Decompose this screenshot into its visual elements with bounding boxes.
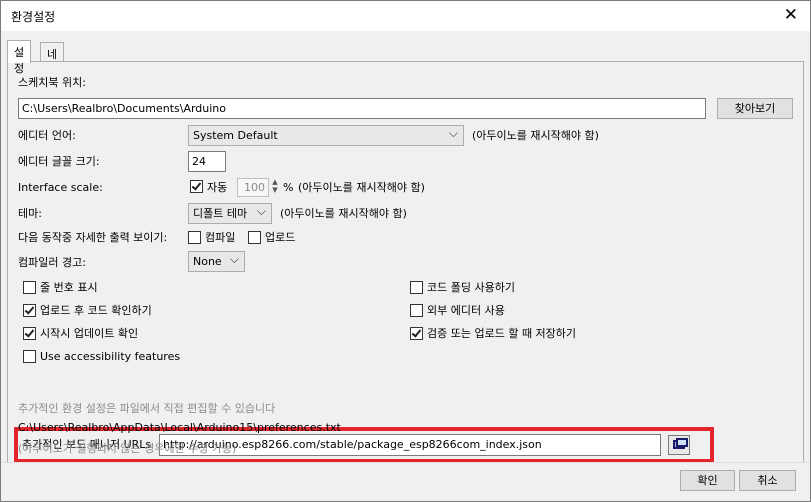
tab-settings[interactable]: 설정 (7, 40, 32, 75)
option-verify-after-upload-label: 업로드 후 코드 확인하기 (40, 304, 152, 317)
preferences-edit-note: (아두이노가 실행되지 않는 경우에만 수정 가능) (18, 442, 237, 455)
check-icon (24, 304, 35, 315)
option-line-numbers-label: 줄 번호 표시 (40, 281, 98, 294)
close-icon[interactable]: ✕ (784, 5, 798, 25)
compiler-warnings-select[interactable]: None ⌵ (188, 251, 245, 272)
theme-note: (아두이노를 재시작해야 함) (280, 207, 407, 220)
title-bar: 환경설정 ✕ (1, 1, 810, 31)
spin-down-icon[interactable]: ▼ (270, 186, 280, 194)
theme-value: 디폴트 테마 (193, 207, 248, 220)
verbose-compile-label: 컴파일 (205, 231, 236, 244)
font-size-label: 에디터 글꼴 크기: (18, 155, 100, 168)
preferences-window: 환경설정 ✕ 설정 네트워크 스케치북 위치: C:\Users\Realbro… (0, 0, 811, 502)
chevron-down-icon: ⌵ (229, 252, 239, 266)
verbose-compile-checkbox[interactable] (188, 231, 201, 244)
compiler-warnings-label: 컴파일러 경고: (18, 256, 86, 269)
option-code-folding-checkbox[interactable] (410, 281, 423, 294)
theme-select[interactable]: 디폴트 테마 ⌵ (188, 203, 272, 224)
verbose-upload-checkbox[interactable] (248, 231, 261, 244)
option-external-editor-label: 외부 에디터 사용 (427, 304, 505, 317)
editor-language-label: 에디터 언어: (18, 129, 76, 142)
option-check-updates-label: 시작시 업데이트 확인 (40, 327, 139, 340)
option-external-editor-checkbox[interactable] (410, 304, 423, 317)
option-code-folding-label: 코드 폴딩 사용하기 (427, 281, 515, 294)
option-save-on-verify-checkbox[interactable] (410, 327, 423, 340)
ok-button[interactable]: 확인 (680, 470, 735, 491)
settings-panel: 스케치북 위치: C:\Users\Realbro\Documents\Ardu… (7, 61, 804, 463)
editor-language-select[interactable]: System Default ⌵ (188, 125, 464, 146)
check-icon (24, 327, 35, 338)
scale-auto-checkbox[interactable] (190, 180, 203, 193)
editor-language-note: (아두이노를 재시작해야 함) (472, 129, 599, 142)
theme-label: 테마: (18, 207, 42, 220)
option-accessibility-checkbox[interactable] (23, 350, 36, 363)
check-icon (191, 180, 202, 191)
cancel-button[interactable]: 취소 (739, 470, 796, 491)
verbose-output-label: 다음 동작중 자세한 출력 보이기: (18, 231, 168, 244)
option-accessibility-label: Use accessibility features (40, 350, 181, 363)
browse-button[interactable]: 찾아보기 (717, 98, 793, 119)
scale-note: (아두이노를 재시작해야 함) (298, 181, 425, 194)
preferences-file-path: C:\Users\Realbro\AppData\Local\Arduino15… (18, 421, 341, 434)
option-line-numbers-checkbox[interactable] (23, 281, 36, 294)
scale-unit: % (283, 181, 294, 194)
verbose-upload-label: 업로드 (265, 231, 296, 244)
font-size-input[interactable]: 24 (188, 151, 226, 172)
sketchbook-path-input[interactable]: C:\Users\Realbro\Documents\Arduino (18, 98, 706, 119)
editor-language-value: System Default (193, 129, 278, 142)
check-icon (411, 327, 422, 338)
chevron-down-icon: ⌵ (256, 204, 266, 218)
chevron-down-icon: ⌵ (448, 126, 458, 140)
scale-auto-label: 자동 (207, 181, 228, 194)
scale-spinner-buttons[interactable]: ▲ ▼ (270, 178, 280, 197)
option-save-on-verify-label: 검증 또는 업로드 할 때 저장하기 (427, 327, 577, 340)
compiler-warnings-value: None (193, 255, 222, 268)
option-check-updates-checkbox[interactable] (23, 327, 36, 340)
tab-network[interactable]: 네트워크 (40, 42, 65, 109)
window-edit-icon[interactable] (668, 435, 690, 455)
more-preferences-note: 추가적인 환경 설정은 파일에서 직접 편집할 수 있습니다 (18, 402, 276, 415)
footer-divider (1, 462, 810, 463)
scale-spinner-input[interactable]: 100 (237, 178, 269, 197)
spin-up-icon[interactable]: ▲ (270, 178, 280, 186)
option-verify-after-upload-checkbox[interactable] (23, 304, 36, 317)
interface-scale-label: Interface scale: (18, 181, 103, 194)
window-title: 환경설정 (11, 10, 56, 24)
sketchbook-label: 스케치북 위치: (18, 76, 86, 89)
